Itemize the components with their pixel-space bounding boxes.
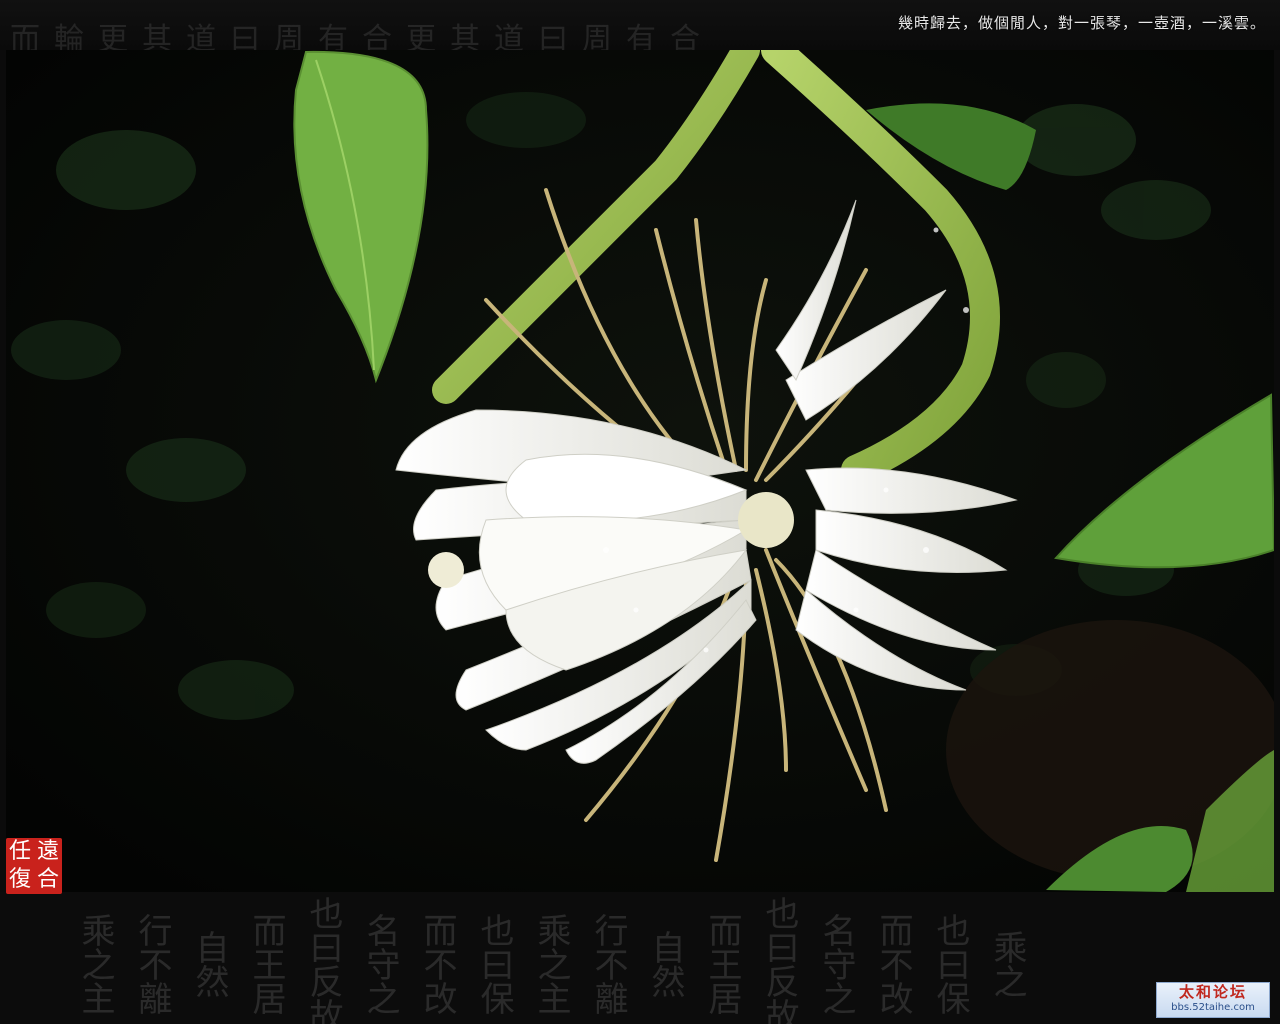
calligraphy-column: 自然: [189, 930, 229, 998]
flower-photo: [6, 50, 1274, 892]
top-banner: 而輪更其道曰周有合更其道曰周有合 幾時歸去，做個閒人，對一張琴，一壺酒，一溪雲。: [0, 0, 1280, 50]
background-calligraphy: 而輪更其道曰周有合更其道曰周有合: [10, 22, 714, 50]
seal-char: 合: [36, 867, 59, 892]
calligraphy-column: 乘之主: [75, 913, 115, 1015]
photo-illustration: [6, 50, 1274, 892]
calligraphy-column: 名守之: [816, 913, 856, 1015]
calligraphy-column: 行不離: [132, 913, 172, 1015]
watermark-url: bbs.52taihe.com: [1171, 1002, 1255, 1013]
calligraphy-column: 自然: [645, 930, 685, 998]
seal-char: 任: [8, 839, 31, 864]
calligraphy-column: 而王居: [246, 913, 286, 1015]
calligraphy-columns: 乘之主 行不離 自然 而王居 也曰反故 名守之 而不改 也曰保 乘之主 行不離 …: [60, 896, 1029, 1024]
poem-caption: 幾時歸去，做個閒人，對一張琴，一壺酒，一溪雲。: [897, 14, 1266, 32]
calligraphy-column: 乘之: [987, 930, 1027, 998]
calligraphy-column: 而不改: [873, 913, 913, 1015]
site-watermark: 太和论坛 bbs.52taihe.com: [1156, 982, 1270, 1018]
calligraphy-column: 而王居: [702, 913, 742, 1015]
seal-char: 復: [8, 867, 31, 892]
watermark-title: 太和论坛: [1178, 983, 1247, 1001]
red-seal-stamp: 任 遠 復 合: [6, 838, 62, 894]
calligraphy-column: 也曰反故: [303, 896, 343, 1024]
calligraphy-column: 也曰保: [930, 913, 970, 1015]
calligraphy-column: 也曰保: [474, 913, 514, 1015]
calligraphy-column: 而不改: [417, 913, 457, 1015]
seal-char: 遠: [36, 839, 59, 864]
calligraphy-column: 乘之主: [531, 913, 571, 1015]
calligraphy-column: 也曰反故: [759, 896, 799, 1024]
calligraphy-column: 行不離: [588, 913, 628, 1015]
bottom-banner: 乘之主 行不離 自然 而王居 也曰反故 名守之 而不改 也曰保 乘之主 行不離 …: [0, 892, 1280, 1024]
calligraphy-column: 名守之: [360, 913, 400, 1015]
